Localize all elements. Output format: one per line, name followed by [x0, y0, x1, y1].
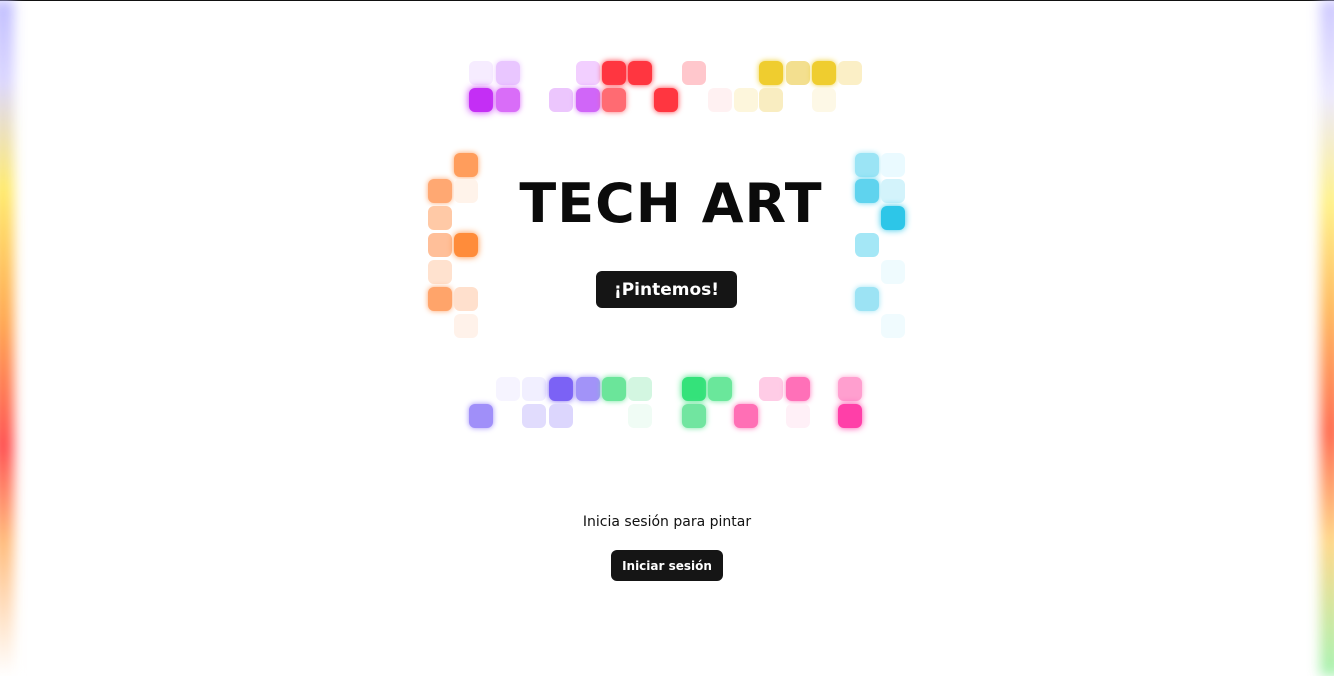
pixel-tile	[428, 260, 452, 284]
login-button[interactable]: Iniciar sesión	[611, 550, 723, 581]
pixel-tile	[682, 404, 706, 428]
top-border	[0, 0, 1334, 1]
pixel-tile	[734, 88, 758, 112]
pixel-tile	[838, 404, 862, 428]
pixel-tile	[708, 377, 732, 401]
pixel-tile	[881, 260, 905, 284]
pixel-tile	[602, 377, 626, 401]
paint-button[interactable]: ¡Pintemos!	[596, 271, 737, 308]
app-title: TECH ART	[519, 172, 823, 235]
pixel-tile	[682, 377, 706, 401]
pixel-tile	[576, 61, 600, 85]
pixel-tile	[469, 88, 493, 112]
pixel-tile	[454, 233, 478, 257]
pixel-tile	[576, 377, 600, 401]
pixel-tile	[469, 61, 493, 85]
login-prompt: Inicia sesión para pintar	[582, 514, 752, 530]
pixel-tile	[576, 88, 600, 112]
pixel-tile	[522, 404, 546, 428]
pixel-tile	[881, 314, 905, 338]
pixel-tile	[549, 377, 573, 401]
pixel-tile	[469, 404, 493, 428]
login-section: Inicia sesión para pintar Iniciar sesión	[0, 512, 1334, 581]
pixel-tile	[786, 61, 810, 85]
page: TECH ART ¡Pintemos! Inicia sesión para p…	[0, 0, 1334, 676]
pixel-tile	[549, 88, 573, 112]
pixel-tile	[549, 404, 573, 428]
pixel-tile	[454, 314, 478, 338]
pixel-tile	[812, 61, 836, 85]
pixel-tile	[496, 61, 520, 85]
pixel-tile	[759, 88, 783, 112]
pixel-tile	[628, 404, 652, 428]
hero-canvas: TECH ART ¡Pintemos!	[428, 52, 914, 438]
pixel-tile	[855, 287, 879, 311]
pixel-tile	[708, 88, 732, 112]
pixel-tile	[855, 233, 879, 257]
pixel-tile	[522, 377, 546, 401]
pixel-tile	[454, 287, 478, 311]
pixel-tile	[759, 61, 783, 85]
pixel-tile	[838, 377, 862, 401]
pixel-tile	[812, 88, 836, 112]
pixel-tile	[602, 88, 626, 112]
pixel-tile	[428, 233, 452, 257]
pixel-tile	[786, 377, 810, 401]
pixel-tile	[786, 404, 810, 428]
pixel-tile	[654, 88, 678, 112]
pixel-tile	[496, 377, 520, 401]
pixel-tile	[628, 61, 652, 85]
pixel-tile	[838, 61, 862, 85]
pixel-tile	[734, 404, 758, 428]
pixel-tile	[682, 61, 706, 85]
pixel-tile	[628, 377, 652, 401]
pixel-tile	[428, 287, 452, 311]
pixel-tile	[602, 61, 626, 85]
pixel-tile	[496, 88, 520, 112]
pixel-tile	[759, 377, 783, 401]
